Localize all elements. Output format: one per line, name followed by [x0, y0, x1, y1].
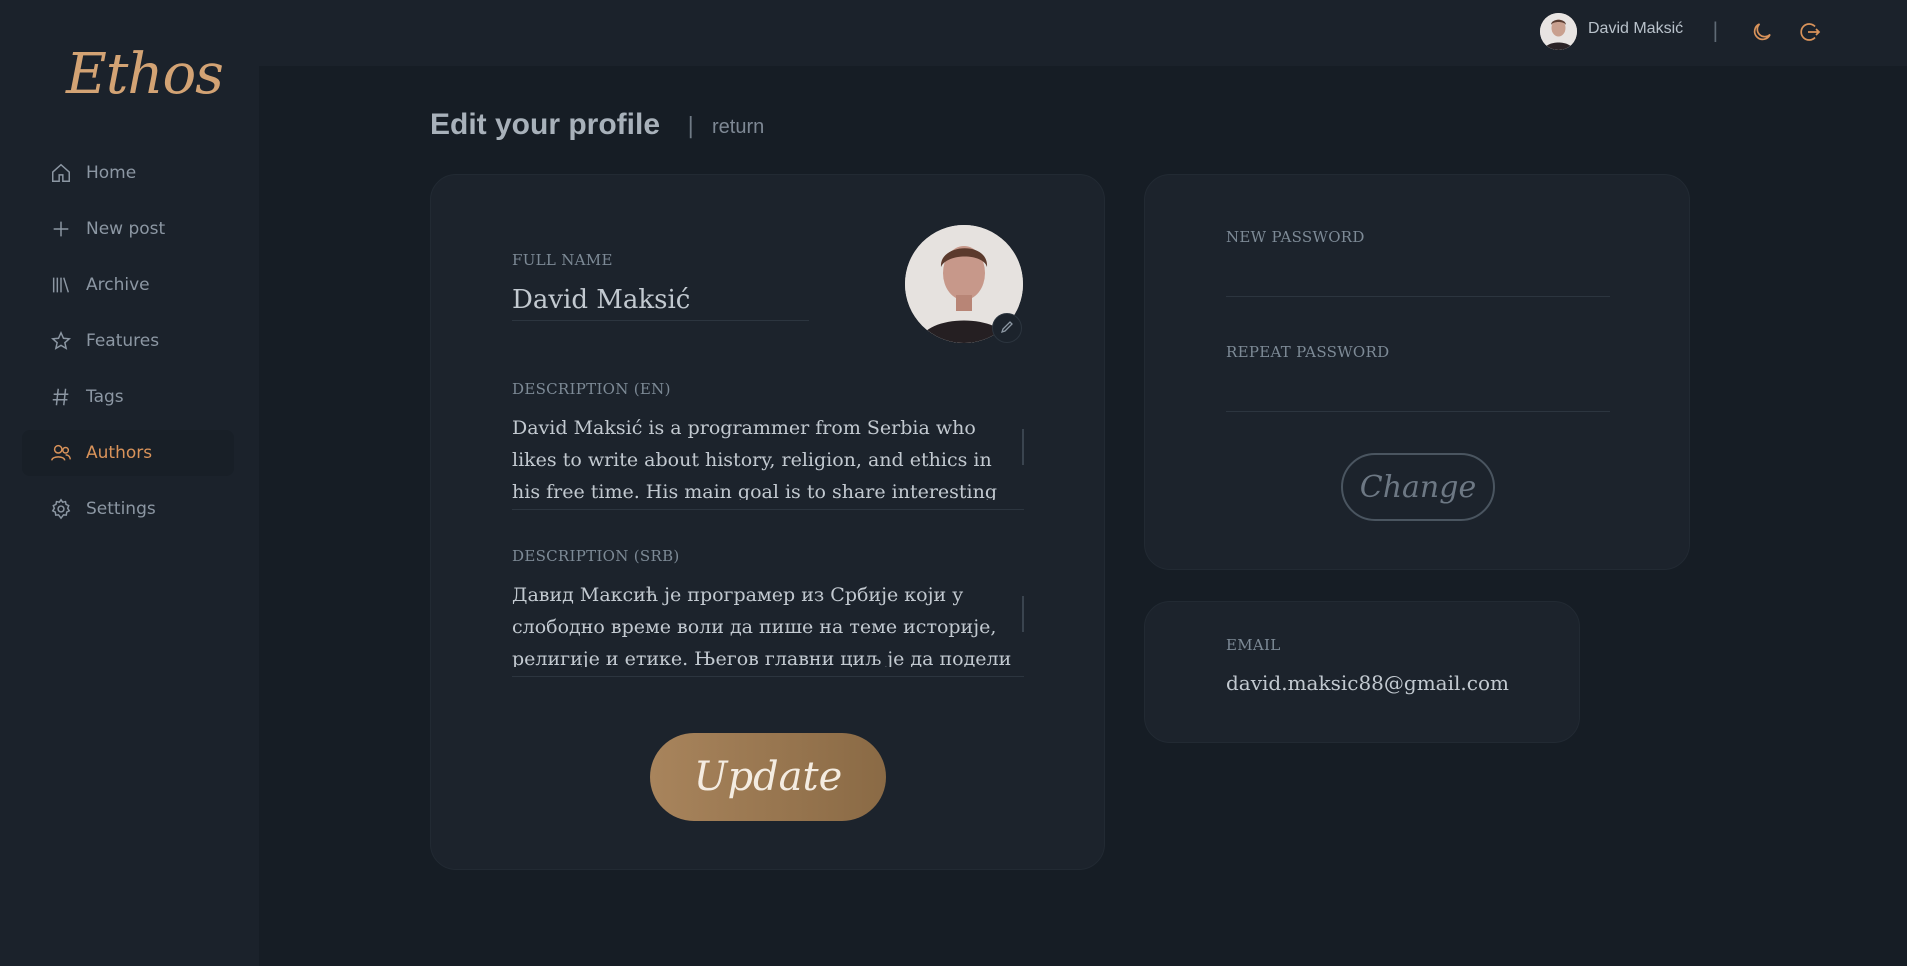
moon-icon[interactable]	[1750, 20, 1774, 48]
update-button[interactable]: Update	[650, 733, 886, 821]
user-name[interactable]: David Maksić	[1588, 20, 1683, 38]
return-link[interactable]: return	[712, 116, 764, 139]
star-icon	[50, 330, 72, 352]
new-password-input[interactable]	[1226, 255, 1610, 289]
app-logo[interactable]: Ethos	[66, 42, 224, 107]
description-en-scrollbar[interactable]	[1022, 429, 1024, 465]
sidebar-item-label: New post	[86, 219, 166, 239]
pencil-icon	[1000, 319, 1014, 338]
sidebar-item-label: Settings	[86, 499, 156, 519]
sidebar-item-archive[interactable]: Archive	[22, 262, 234, 308]
sidebar-item-settings[interactable]: Settings	[22, 486, 234, 532]
description-srb-underline	[512, 676, 1024, 677]
topbar-separator: |	[1712, 18, 1719, 42]
sidebar-item-label: Tags	[86, 387, 124, 407]
sidebar-item-label: Features	[86, 331, 160, 351]
description-en-underline	[512, 509, 1024, 510]
gear-icon	[50, 498, 72, 520]
archive-icon	[50, 274, 72, 296]
full-name-label: FULL NAME	[512, 251, 613, 269]
sidebar-item-label: Archive	[86, 275, 150, 295]
avatar[interactable]	[1540, 13, 1577, 50]
users-icon	[50, 442, 72, 464]
email-label: EMAIL	[1226, 636, 1281, 654]
sidebar-nav: Home New post Archive Features Tags Auth…	[22, 150, 234, 542]
page-title: Edit your profile	[430, 108, 661, 141]
sidebar: Ethos Home New post Archive Features Tag…	[0, 0, 259, 966]
repeat-password-label: REPEAT PASSWORD	[1226, 343, 1390, 361]
password-card: NEW PASSWORD REPEAT PASSWORD Change	[1144, 174, 1690, 570]
sidebar-item-home[interactable]: Home	[22, 150, 234, 196]
title-separator: |	[687, 114, 695, 139]
sidebar-item-tags[interactable]: Tags	[22, 374, 234, 420]
sidebar-item-features[interactable]: Features	[22, 318, 234, 364]
repeat-password-input[interactable]	[1226, 370, 1610, 404]
new-password-label: NEW PASSWORD	[1226, 228, 1365, 246]
description-en-textarea[interactable]: David Maksić is a programmer from Serbia…	[512, 412, 1022, 500]
email-card: EMAIL david.maksic88@gmail.com	[1144, 601, 1580, 743]
edit-picture-button[interactable]	[992, 313, 1022, 343]
description-srb-textarea[interactable]: Давид Максић је програмер из Србије који…	[512, 579, 1022, 667]
description-en-label: DESCRIPTION (EN)	[512, 380, 671, 398]
logout-icon[interactable]	[1798, 20, 1822, 48]
profile-card: FULL NAME David Maksić DESCRIPTION (EN) …	[430, 174, 1105, 870]
sidebar-item-new-post[interactable]: New post	[22, 206, 234, 252]
hash-icon	[50, 386, 72, 408]
change-password-button[interactable]: Change	[1341, 453, 1495, 521]
description-srb-label: DESCRIPTION (SRB)	[512, 547, 680, 565]
email-value: david.maksic88@gmail.com	[1226, 671, 1509, 695]
repeat-password-underline	[1226, 411, 1610, 412]
description-srb-scrollbar[interactable]	[1022, 596, 1024, 632]
home-icon	[50, 162, 72, 184]
new-password-underline	[1226, 296, 1610, 297]
sidebar-item-label: Authors	[86, 443, 153, 463]
full-name-underline	[512, 320, 809, 321]
full-name-field[interactable]: David Maksić	[512, 285, 690, 315]
sidebar-item-label: Home	[86, 163, 137, 183]
sidebar-item-authors[interactable]: Authors	[22, 430, 234, 476]
plus-icon	[50, 218, 72, 240]
